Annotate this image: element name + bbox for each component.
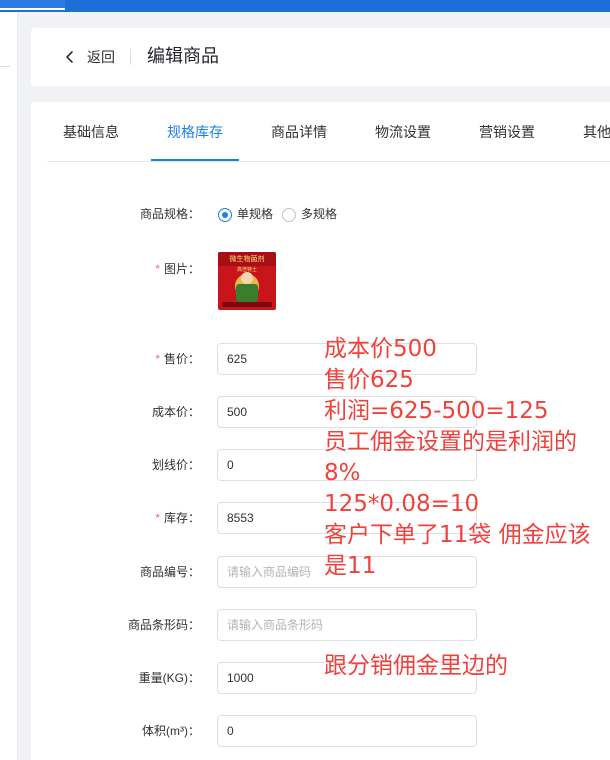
volume-input[interactable]: 0 <box>217 715 477 747</box>
tab-marketing[interactable]: 营销设置 <box>479 102 535 162</box>
annotation-line: 成本价500 <box>324 336 437 362</box>
back-link[interactable]: 返回 <box>87 48 115 66</box>
required-marker: * <box>155 511 160 525</box>
image-label-text: 图片： <box>163 262 200 276</box>
radio-single-spec-label[interactable]: 单规格 <box>237 206 273 222</box>
radio-multi-spec-label[interactable]: 多规格 <box>301 206 337 222</box>
image-text-sub: 高倍特士 <box>237 266 257 273</box>
annotation-line: 8% <box>324 460 361 486</box>
chevron-left-icon[interactable] <box>64 48 76 66</box>
annotation-line: 客户下单了11袋 佣金应该 <box>324 522 591 548</box>
page-title: 编辑商品 <box>147 46 219 66</box>
annotation-line: 利润=625-500=125 <box>324 398 549 424</box>
stock-label-text: 库存： <box>163 511 200 525</box>
tab-basic-info[interactable]: 基础信息 <box>63 102 119 162</box>
code-label: 商品编号： <box>139 565 200 579</box>
left-panel-edge <box>0 12 18 760</box>
tab-spec-stock[interactable]: 规格库存 <box>167 102 223 162</box>
stock-label: * 库存： <box>30 510 200 526</box>
annotation-line: 125*0.08=10 <box>324 491 480 517</box>
cost-label: 成本价： <box>151 405 200 419</box>
image-text-top: 微生物菌剂 <box>230 254 265 263</box>
header-divider <box>130 49 131 65</box>
active-tab-indicator <box>151 159 239 161</box>
price-label-text: 售价： <box>163 352 200 366</box>
product-image-graphic: 微生物菌剂 高倍特士 <box>218 252 276 310</box>
image-label: * 图片： <box>30 261 200 277</box>
spec-label: 商品规格： <box>139 207 200 221</box>
tab-product-detail[interactable]: 商品详情 <box>271 102 327 162</box>
page-header: 返回 编辑商品 <box>31 28 610 86</box>
left-panel-divider <box>0 66 10 67</box>
barcode-label: 商品条形码： <box>127 618 200 632</box>
barcode-input[interactable]: 请输入商品条形码 <box>217 609 477 641</box>
required-marker: * <box>155 352 160 366</box>
product-image[interactable]: 微生物菌剂 高倍特士 <box>218 252 276 310</box>
volume-label: 体积(m³)： <box>142 724 200 738</box>
annotation-overlay: 成本价500 售价625 利润=625-500=125 员工佣金设置的是利润的 … <box>324 334 610 582</box>
radio-single-spec[interactable] <box>218 208 232 222</box>
annotation-line: 是11 <box>324 553 377 579</box>
radio-multi-spec[interactable] <box>282 208 296 222</box>
top-nav-active-tab[interactable] <box>0 0 65 10</box>
annotation-line: 售价625 <box>324 367 414 393</box>
tab-logistics[interactable]: 物流设置 <box>375 102 431 162</box>
annotation-note: 跟分销佣金里边的 <box>324 653 508 679</box>
top-nav-bar <box>0 0 610 12</box>
original-price-label: 划线价： <box>151 458 200 472</box>
price-label: * 售价： <box>30 351 200 367</box>
required-marker: * <box>155 262 160 276</box>
annotation-line: 员工佣金设置的是利润的 <box>324 429 577 455</box>
tab-bar: 基础信息 规格库存 商品详情 物流设置 营销设置 其他 <box>47 102 610 162</box>
tab-other[interactable]: 其他 <box>583 102 610 162</box>
weight-label: 重量(KG)： <box>138 671 200 685</box>
